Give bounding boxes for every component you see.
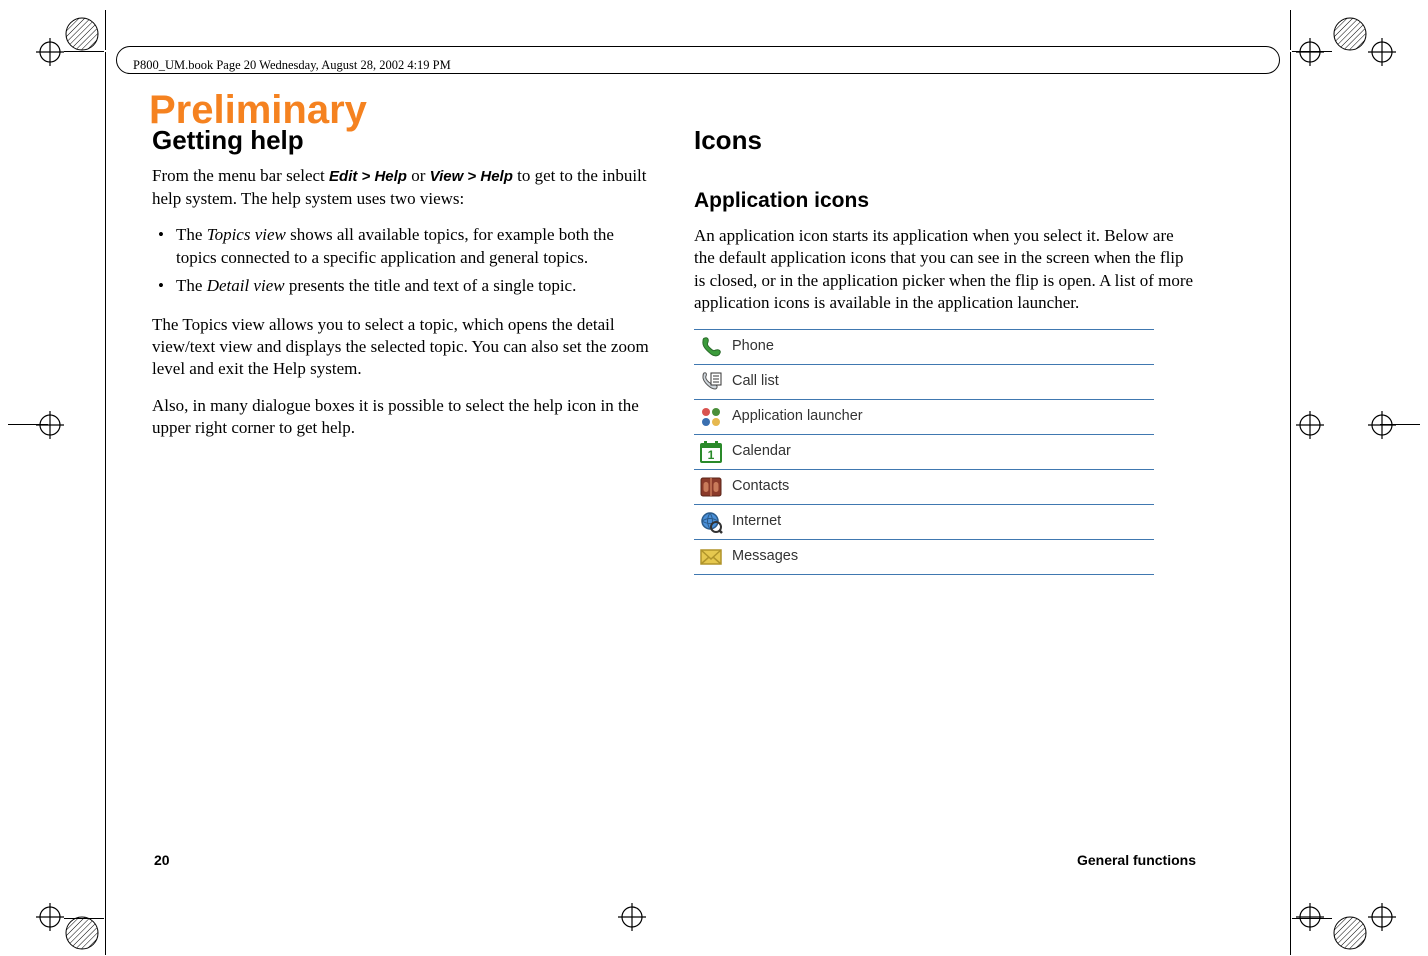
list-item: The Topics view shows all available topi…: [152, 224, 654, 269]
call-list-icon: [694, 364, 728, 399]
reg-mark-tr2: [1368, 38, 1396, 66]
left-column: Getting help From the menu bar select Ed…: [152, 123, 654, 454]
table-row: Application launcher: [694, 399, 1154, 434]
reg-mark-br2: [1368, 903, 1396, 931]
internet-icon: [694, 504, 728, 539]
table-row: 1 Calendar: [694, 434, 1154, 469]
heading-getting-help: Getting help: [152, 123, 654, 157]
label: Application launcher: [728, 399, 1154, 434]
emphasis-topics-view: Topics view: [207, 225, 286, 244]
frame-right-top: [1290, 10, 1291, 50]
label: Phone: [728, 329, 1154, 364]
application-icons-intro: An application icon starts its applicati…: [694, 225, 1196, 315]
text: From the menu bar select: [152, 166, 329, 185]
svg-text:1: 1: [708, 448, 715, 462]
hatched-circle-tr: [1332, 16, 1368, 52]
application-icons-table: Phone Call list Application launcher 1 C…: [694, 329, 1154, 575]
getting-help-intro: From the menu bar select Edit > Help or …: [152, 165, 654, 210]
page-number: 20: [154, 852, 170, 868]
heading-icons: Icons: [694, 123, 1196, 157]
table-row: Contacts: [694, 469, 1154, 504]
list-item: The Detail view presents the title and t…: [152, 275, 654, 297]
reg-mark-bl: [36, 903, 64, 931]
hatched-circle-tl: [64, 16, 100, 52]
menu-path-view-help: View > Help: [430, 168, 513, 185]
label: Calendar: [728, 434, 1154, 469]
frame-left-full: [105, 52, 106, 922]
para-help-icon: Also, in many dialogue boxes it is possi…: [152, 395, 654, 440]
phone-icon: [694, 329, 728, 364]
reg-mark-br: [1296, 903, 1324, 931]
application-launcher-icon: [694, 399, 728, 434]
reg-mark-ml: [36, 411, 64, 439]
frame-left: [105, 10, 106, 50]
para-topics-view: The Topics view allows you to select a t…: [152, 314, 654, 381]
help-views-list: The Topics view shows all available topi…: [152, 224, 654, 297]
hatched-circle-bl: [64, 915, 100, 951]
text: The: [176, 276, 207, 295]
text: presents the title and text of a single …: [285, 276, 577, 295]
text: The: [176, 225, 207, 244]
calendar-icon: 1: [694, 434, 728, 469]
text: or: [407, 166, 430, 185]
menu-path-edit-help: Edit > Help: [329, 168, 407, 185]
reg-mark-tl: [36, 38, 64, 66]
table-row: Phone: [694, 329, 1154, 364]
header-text: P800_UM.book Page 20 Wednesday, August 2…: [133, 58, 451, 73]
contacts-icon: [694, 469, 728, 504]
label: Call list: [728, 364, 1154, 399]
table-row: Call list: [694, 364, 1154, 399]
emphasis-detail-view: Detail view: [207, 276, 285, 295]
table-row: Messages: [694, 539, 1154, 574]
table-row: Internet: [694, 504, 1154, 539]
label: Messages: [728, 539, 1154, 574]
hatched-circle-br: [1332, 915, 1368, 951]
reg-mark-tr: [1296, 38, 1324, 66]
subheading-application-icons: Application icons: [694, 187, 1196, 215]
right-column: Icons Application icons An application i…: [694, 123, 1196, 575]
label: Internet: [728, 504, 1154, 539]
section-title: General functions: [1077, 852, 1196, 868]
label: Contacts: [728, 469, 1154, 504]
frame-right-full: [1290, 52, 1291, 922]
reg-mark-mc: [618, 903, 646, 931]
reg-mark-mr: [1296, 411, 1324, 439]
messages-icon: [694, 539, 728, 574]
reg-mark-mr2: [1368, 411, 1396, 439]
